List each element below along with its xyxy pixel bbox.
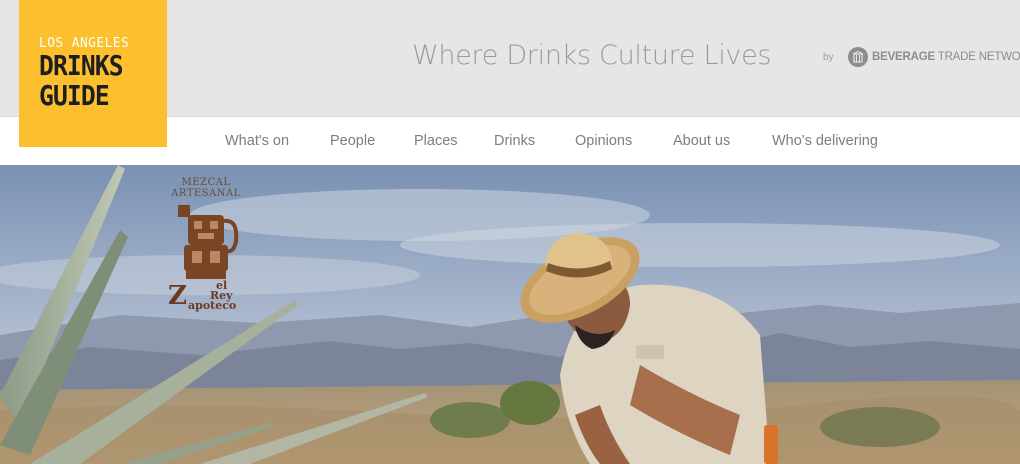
partner-name: BEVERAGE TRADE NETWORK <box>872 51 1020 63</box>
site-logo[interactable]: LOS ANGELES DRINKS GUIDE <box>19 0 167 147</box>
hero-image <box>0 165 1020 464</box>
nav-item-about-us[interactable]: About us <box>673 133 730 149</box>
brand-name-initial: Z <box>168 281 187 311</box>
brand-logo: MEZCAL ARTESANAL Z el Rey apoteco <box>166 177 246 313</box>
nav-item-whats-on[interactable]: What's on <box>225 133 289 149</box>
site-tagline: Where Drinks Culture Lives <box>412 40 772 71</box>
nav-item-opinions[interactable]: Opinions <box>575 133 632 149</box>
hero-banner[interactable]: MEZCAL ARTESANAL Z el Rey apoteco <box>0 165 1020 464</box>
partner-name-rest: TRADE NETWORK <box>937 51 1020 63</box>
partner-name-bold: BEVERAGE <box>872 51 935 63</box>
partner-logo-link[interactable]: BEVERAGE TRADE NETWORK <box>848 46 1020 68</box>
logo-word-drinks: DRINKS <box>39 49 124 82</box>
brand-name-apoteco: apoteco <box>188 299 237 312</box>
logo-word-guide: GUIDE <box>39 79 110 112</box>
brand-name: Z el Rey apoteco <box>166 279 246 313</box>
brand-line-artesanal: ARTESANAL <box>171 188 241 199</box>
nav-item-whos-delivering[interactable]: Who's delivering <box>772 133 878 149</box>
building-icon <box>848 47 868 67</box>
brand-line-mezcal: MEZCAL <box>181 177 231 188</box>
nav-item-places[interactable]: Places <box>414 133 458 149</box>
partner-by-label: by <box>823 52 834 63</box>
nav-item-drinks[interactable]: Drinks <box>494 133 535 149</box>
zapotec-figure-icon <box>178 205 239 279</box>
nav-item-people[interactable]: People <box>330 133 375 149</box>
